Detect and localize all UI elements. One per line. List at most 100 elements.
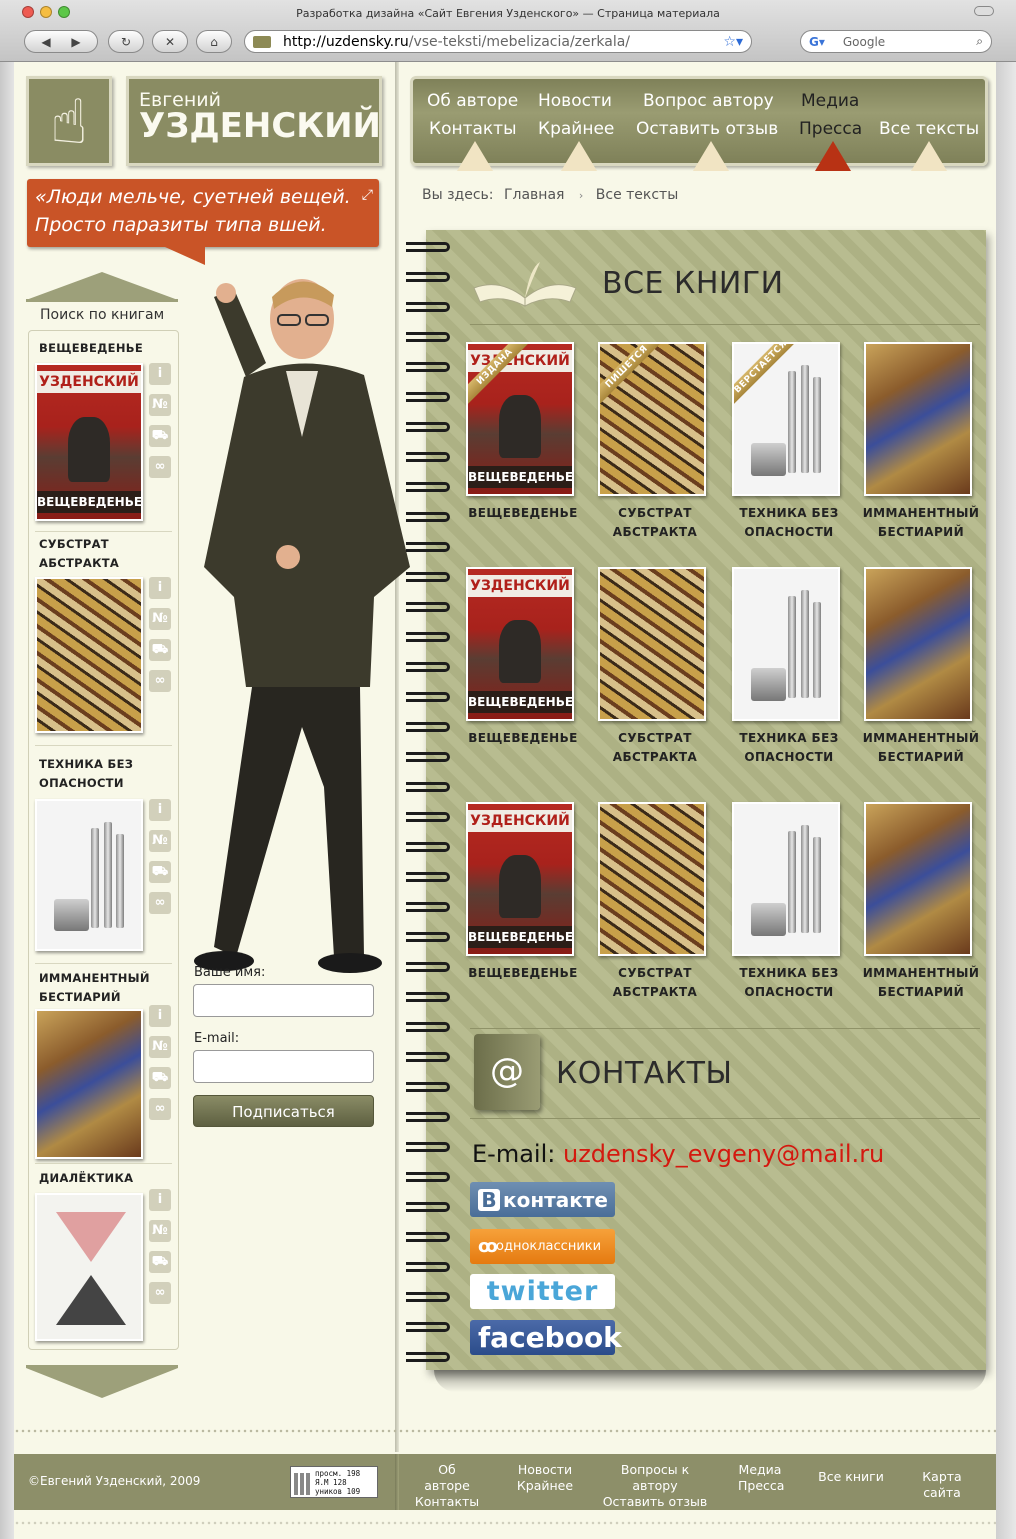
logo-hand-icon[interactable]: ☝ — [26, 76, 112, 166]
stop-button[interactable]: ✕ — [152, 30, 188, 53]
number-icon[interactable]: № — [149, 830, 171, 852]
menu-item-ask[interactable]: Вопрос автору — [643, 91, 774, 111]
search-field[interactable]: G▾ Google ⌕ — [800, 30, 992, 53]
cart-icon[interactable]: ⛟ — [149, 1251, 171, 1273]
bookmark-star-icon[interactable]: ☆▾ — [723, 34, 743, 50]
book-cover-image[interactable]: УЗДЕНСКИЙ ВЕЩЕВЕДЕНЬЕ — [466, 802, 574, 956]
book-cover-image[interactable]: УЗДЕНСКИЙ ВЕЩЕВЕДЕНЬЕ ИЗДАНА — [466, 342, 574, 496]
cart-icon[interactable]: ⛟ — [149, 861, 171, 883]
book-title-link[interactable]: ВЕЩЕВЕДЕНЬЕ — [460, 964, 586, 983]
book-cover-image[interactable] — [35, 799, 143, 951]
forward-arrow-icon[interactable]: ▶ — [61, 35, 91, 49]
book-title-link[interactable]: ИММАНЕНТНЫЙ БЕСТИАРИЙ — [858, 964, 984, 1002]
scroll-up-arrow-icon[interactable] — [26, 272, 178, 300]
home-button[interactable]: ⌂ — [196, 30, 232, 53]
sidebar-book-item[interactable]: СУБСТРАТ АБСТРАКТА i № ⛟ ∞ — [29, 535, 178, 746]
book-cover-image[interactable] — [732, 567, 840, 721]
menu-item-feedback[interactable]: Оставить отзыв — [636, 119, 778, 139]
book-cover-image[interactable] — [598, 567, 706, 721]
sidebar-book-item[interactable]: ТЕХНИКА БЕЗ ОПАСНОСТИ i № ⛟ ∞ — [29, 755, 178, 965]
footer-link[interactable]: Карта сайта — [904, 1469, 980, 1501]
book-cover-image[interactable] — [732, 802, 840, 956]
book-cover-image[interactable]: УЗДЕНСКИЙ ВЕЩЕВЕДЕНЬЕ — [466, 567, 574, 721]
book-title-link[interactable]: СУБСТРАТ АБСТРАКТА — [592, 504, 718, 542]
book-title-link[interactable]: СУБСТРАТ АБСТРАКТА — [592, 729, 718, 767]
number-icon[interactable]: № — [149, 1220, 171, 1242]
info-icon[interactable]: i — [149, 363, 171, 385]
url-text[interactable]: http://uzdensky.ru/vse-teksti/mebelizaci… — [283, 34, 723, 50]
footer-link[interactable]: Новости Крайнее — [516, 1462, 574, 1494]
book-cover-image[interactable]: ПИШЕТСЯ — [598, 342, 706, 496]
footer-link[interactable]: Все книги — [818, 1469, 884, 1485]
info-icon[interactable]: i — [149, 799, 171, 821]
breadcrumb-home[interactable]: Главная — [504, 187, 564, 203]
sidebar-book-item[interactable]: ДИАЛЁКТИКА i № ⛟ ∞ — [29, 1169, 178, 1349]
expand-icon[interactable]: ⤢ — [362, 181, 373, 209]
binoculars-icon[interactable]: ∞ — [149, 456, 171, 478]
book-title-link[interactable]: ИММАНЕНТНЫЙ БЕСТИАРИЙ — [858, 504, 984, 542]
menu-item-media[interactable]: Медиа — [801, 91, 859, 111]
number-icon[interactable]: № — [149, 1036, 171, 1058]
toolbar-toggle-button[interactable] — [974, 6, 994, 16]
reload-button[interactable]: ↻ — [108, 30, 144, 53]
book-cover-image[interactable] — [864, 567, 972, 721]
sidebar-book-item[interactable]: ВЕЩЕВЕДЕНЬЕ УЗДЕНСКИЙ ВЕЩЕВЕДЕНЬЕ i № ⛟ … — [29, 339, 178, 532]
spiral-ring — [406, 812, 450, 822]
book-title-link[interactable]: ВЕЩЕВЕДЕНЬЕ — [460, 504, 586, 523]
book-title-link[interactable]: ТЕХНИКА БЕЗ ОПАСНОСТИ — [726, 504, 852, 542]
book-title-link[interactable]: ТЕХНИКА БЕЗ ОПАСНОСТИ — [726, 964, 852, 1002]
back-arrow-icon[interactable]: ◀ — [31, 35, 61, 49]
footer-link[interactable]: Вопросы к автору Оставить отзыв — [598, 1462, 712, 1510]
email-link[interactable]: uzdensky_evgeny@mail.ru — [563, 1140, 884, 1168]
cart-icon[interactable]: ⛟ — [149, 425, 171, 447]
binoculars-icon[interactable]: ∞ — [149, 1282, 171, 1304]
menu-item-press[interactable]: Пресса — [799, 119, 862, 139]
book-title-link[interactable]: ВЕЩЕВЕДЕНЬЕ — [460, 729, 586, 748]
book-cover-image[interactable] — [35, 577, 143, 733]
scroll-down-arrow-icon[interactable] — [26, 1368, 178, 1398]
binoculars-icon[interactable]: ∞ — [149, 670, 171, 692]
menu-pin-icon — [457, 141, 493, 171]
binoculars-icon[interactable]: ∞ — [149, 1098, 171, 1120]
binoculars-icon[interactable]: ∞ — [149, 892, 171, 914]
spiral-ring — [406, 1112, 450, 1122]
book-cover-image[interactable] — [864, 342, 972, 496]
book-cover-image[interactable] — [864, 802, 972, 956]
book-title-link[interactable]: ИММАНЕНТНЫЙ БЕСТИАРИЙ — [858, 729, 984, 767]
twitter-button[interactable]: twitter — [470, 1274, 615, 1309]
info-icon[interactable]: i — [149, 1005, 171, 1027]
menu-item-all-texts[interactable]: Все тексты — [879, 119, 979, 139]
odnoklassniki-button[interactable]: ꝏ одноклассники — [470, 1229, 615, 1264]
spiral-ring — [406, 272, 450, 282]
email-input[interactable] — [193, 1050, 374, 1083]
book-title-link[interactable]: ТЕХНИКА БЕЗ ОПАСНОСТИ — [726, 729, 852, 767]
main-menu: Об авторе Новости Вопрос автору Медиа Ко… — [410, 76, 988, 171]
number-icon[interactable]: № — [149, 394, 171, 416]
menu-item-latest[interactable]: Крайнее — [538, 119, 614, 139]
book-cover-image[interactable] — [35, 1009, 143, 1159]
footer-link[interactable]: Медиа Пресса — [738, 1462, 784, 1494]
facebook-button[interactable]: facebook — [470, 1320, 622, 1355]
book-cover-image[interactable] — [598, 802, 706, 956]
subscribe-button[interactable]: Подписаться — [193, 1095, 374, 1127]
number-icon[interactable]: № — [149, 608, 171, 630]
info-icon[interactable]: i — [149, 577, 171, 599]
sidebar-book-item[interactable]: ИММАНЕНТНЫЙ БЕСТИАРИЙ i № ⛟ ∞ — [29, 969, 178, 1164]
address-bar[interactable]: http://uzdensky.ru/vse-teksti/mebelizaci… — [244, 30, 752, 53]
vkontakte-button[interactable]: Вконтакте — [470, 1182, 615, 1217]
footer-link[interactable]: Об авторе Контакты — [414, 1462, 480, 1510]
menu-item-about[interactable]: Об авторе — [427, 91, 518, 111]
site-logo[interactable]: Евгений УЗДЕНСКИЙ — [126, 76, 382, 166]
visit-counter[interactable]: просм. 198 Я.М 128 уников 109 — [290, 1466, 378, 1498]
cart-icon[interactable]: ⛟ — [149, 639, 171, 661]
menu-item-contacts[interactable]: Контакты — [429, 119, 517, 139]
book-cover-image[interactable] — [35, 1193, 143, 1341]
search-icon[interactable]: ⌕ — [976, 34, 983, 49]
book-cover-image[interactable]: ВЕРСТАЕТСЯ — [732, 342, 840, 496]
info-icon[interactable]: i — [149, 1189, 171, 1211]
book-title-link[interactable]: СУБСТРАТ АБСТРАКТА — [592, 964, 718, 1002]
cart-icon[interactable]: ⛟ — [149, 1067, 171, 1089]
book-cover-image[interactable]: УЗДЕНСКИЙ ВЕЩЕВЕДЕНЬЕ — [35, 363, 143, 521]
name-input[interactable] — [193, 984, 374, 1017]
menu-item-news[interactable]: Новости — [538, 91, 612, 111]
